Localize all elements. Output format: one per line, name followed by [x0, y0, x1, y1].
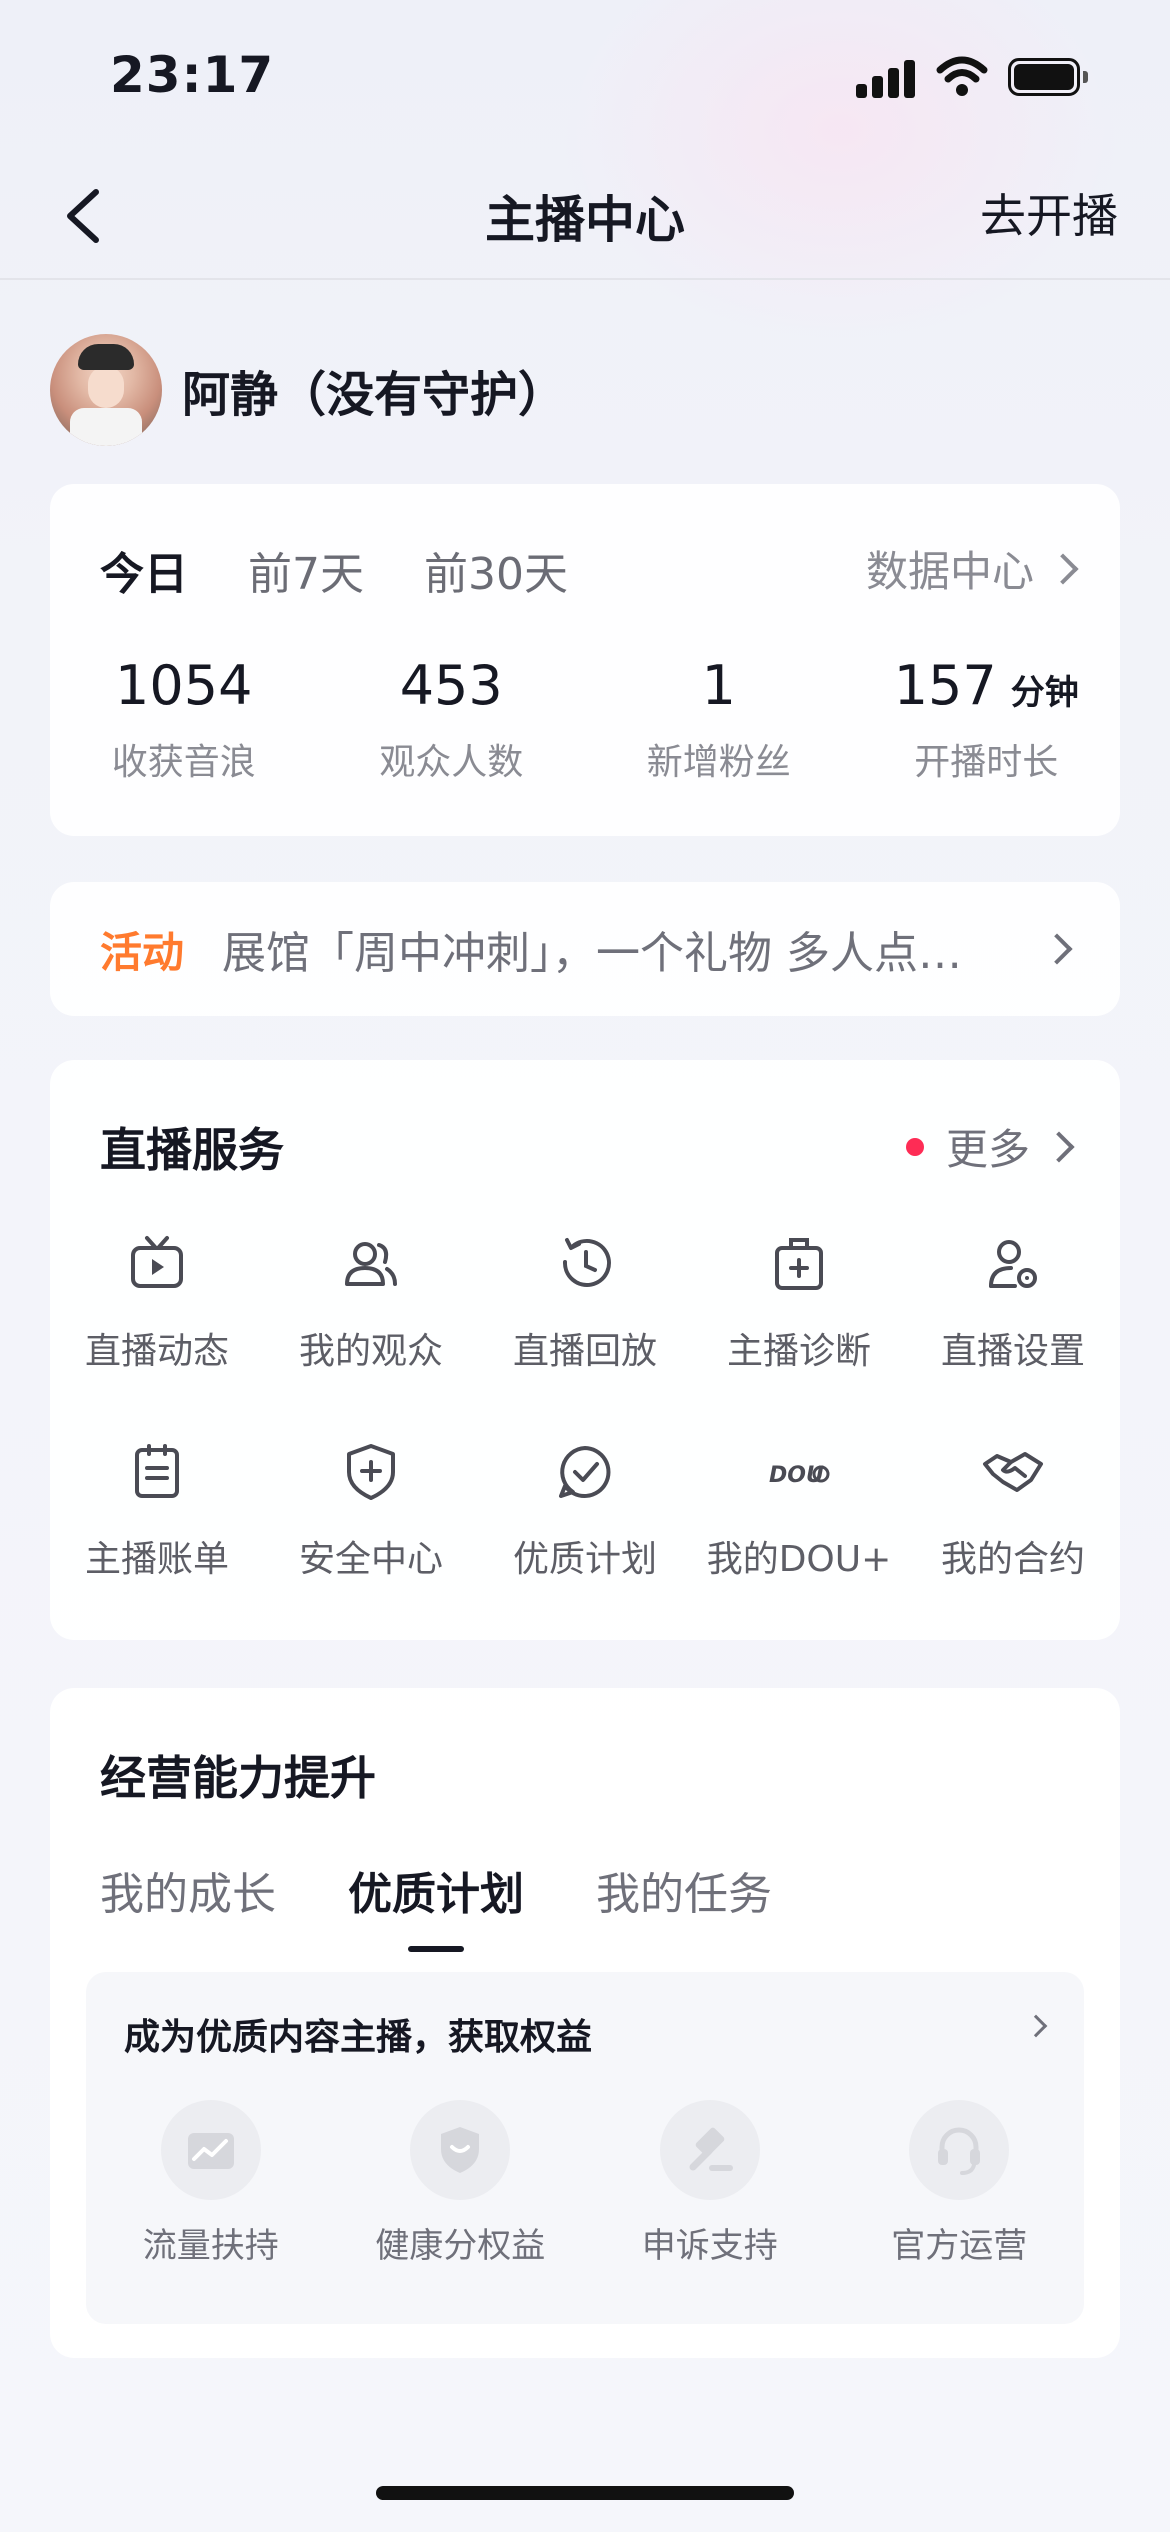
- cellular-signal-icon: [856, 58, 916, 98]
- stat-label: 新增粉丝: [646, 742, 791, 783]
- benefit-label: 健康分权益: [375, 2226, 546, 2266]
- tv-icon: [131, 1236, 183, 1288]
- benefits-row: 流量扶持 健康分权益 申诉支持 官方运营: [86, 2100, 1084, 2267]
- service-my-audience[interactable]: 我的观众: [264, 1232, 478, 1374]
- avatar[interactable]: [50, 334, 162, 446]
- service-my-dou-plus[interactable]: DOU 我的DOU+: [692, 1440, 906, 1582]
- notification-dot: [905, 1137, 924, 1156]
- quality-plan-panel[interactable]: 成为优质内容主播，获取权益 流量扶持 健康分权益 申诉支持 官方运营: [86, 1972, 1084, 2324]
- stats-row: 1054 收获音浪 453 观众人数 1 新增粉丝 157 分钟 开播时长: [50, 654, 1120, 785]
- replay-clock-icon: [562, 1238, 611, 1287]
- nav-bar: 主播中心 去开播: [0, 150, 1170, 280]
- service-label: 直播回放: [512, 1331, 657, 1372]
- more-label: 更多: [945, 1125, 1030, 1174]
- activity-tag: 活动: [100, 927, 185, 977]
- home-indicator[interactable]: [376, 2486, 794, 2500]
- service-label: 优质计划: [512, 1539, 657, 1580]
- business-growth-card: 经营能力提升 我的成长 优质计划 我的任务 成为优质内容主播，获取权益 流量扶持: [50, 1688, 1120, 2358]
- service-live-replay[interactable]: 直播回放: [478, 1232, 692, 1374]
- chevron-right-icon: [1043, 1130, 1075, 1163]
- chevron-right-icon: [1024, 2014, 1048, 2038]
- gavel-icon: [689, 2127, 733, 2171]
- business-tabs: 我的成长 优质计划 我的任务: [100, 1858, 844, 1952]
- stat-value: 1: [701, 654, 736, 717]
- stat-live-duration[interactable]: 157 分钟 开播时长: [853, 654, 1121, 785]
- shield-icon: [441, 2127, 480, 2173]
- stat-label: 开播时长: [914, 742, 1059, 783]
- benefit-label: 流量扶持: [142, 2226, 279, 2266]
- svg-text:DOU: DOU: [769, 1463, 824, 1488]
- more-button[interactable]: 更多: [905, 1116, 1075, 1177]
- service-label: 我的合约: [940, 1539, 1085, 1580]
- traffic-chart-icon: [187, 2133, 234, 2169]
- service-label: 主播账单: [84, 1539, 229, 1580]
- benefit-traffic-support[interactable]: 流量扶持: [86, 2100, 336, 2267]
- activity-text: 展馆「周中冲刺」，一个礼物 多人点…: [222, 928, 963, 979]
- stat-viewers[interactable]: 453 观众人数: [318, 654, 586, 785]
- stat-unit: 分钟: [1010, 673, 1079, 713]
- service-label: 我的DOU+: [706, 1539, 892, 1580]
- live-services-card: 直播服务 更多 直播动态 我的观众 直播回放 主播诊断 直播设置 主播账单 安全…: [50, 1060, 1120, 1640]
- tab-7-days[interactable]: 前7天: [248, 538, 364, 602]
- bill-icon: [135, 1444, 179, 1498]
- headset-icon: [938, 2127, 981, 2175]
- benefit-label: 官方运营: [891, 2226, 1028, 2266]
- stat-value: 157: [893, 654, 997, 717]
- business-title: 经营能力提升: [100, 1751, 376, 1805]
- benefit-appeal-support[interactable]: 申诉支持: [585, 2100, 835, 2267]
- tab-my-growth[interactable]: 我的成长: [100, 1858, 276, 1922]
- service-quality-plan[interactable]: 优质计划: [478, 1440, 692, 1582]
- tab-30-days[interactable]: 前30天: [424, 538, 568, 602]
- benefit-official-ops[interactable]: 官方运营: [835, 2100, 1085, 2267]
- services-grid: 直播动态 我的观众 直播回放 主播诊断 直播设置 主播账单 安全中心 优质计划 …: [50, 1232, 1120, 1582]
- stat-new-followers[interactable]: 1 新增粉丝: [585, 654, 853, 785]
- service-label: 安全中心: [298, 1539, 443, 1580]
- tab-quality-plan[interactable]: 优质计划: [348, 1858, 524, 1952]
- handshake-icon: [983, 1452, 1043, 1492]
- benefit-label: 申诉支持: [641, 2226, 778, 2266]
- benefit-health-score[interactable]: 健康分权益: [336, 2100, 586, 2267]
- data-center-link[interactable]: 数据中心: [865, 538, 1079, 599]
- dou-plus-icon: DOU: [769, 1463, 830, 1488]
- stats-period-tabs: 今日 前7天 前30天: [100, 538, 628, 602]
- tab-my-tasks[interactable]: 我的任务: [596, 1858, 772, 1922]
- services-title: 直播服务: [100, 1123, 284, 1177]
- stat-value: 1054: [115, 654, 253, 717]
- stat-value: 453: [399, 654, 503, 717]
- stat-label: 收获音浪: [111, 742, 256, 783]
- chevron-right-icon: [1041, 933, 1073, 965]
- audience-icon: [345, 1242, 397, 1286]
- status-bar: 23:17: [0, 0, 1170, 150]
- service-streamer-diagnosis[interactable]: 主播诊断: [692, 1232, 906, 1374]
- check-chat-icon: [559, 1446, 611, 1498]
- service-security-center[interactable]: 安全中心: [264, 1440, 478, 1582]
- service-label: 主播诊断: [726, 1331, 871, 1372]
- status-time: 23:17: [110, 46, 275, 104]
- service-streamer-bill[interactable]: 主播账单: [50, 1440, 264, 1582]
- wifi-icon: [936, 56, 988, 96]
- stat-sound-waves[interactable]: 1054 收获音浪: [50, 654, 318, 785]
- user-settings-icon: [989, 1240, 1037, 1288]
- service-live-feed[interactable]: 直播动态: [50, 1232, 264, 1374]
- stats-card: 今日 前7天 前30天 数据中心 1054 收获音浪 453 观众人数 1 新增…: [50, 484, 1120, 836]
- stat-label: 观众人数: [379, 742, 524, 783]
- shield-plus-icon: [347, 1444, 395, 1500]
- activity-banner[interactable]: 活动 展馆「周中冲刺」，一个礼物 多人点…: [50, 882, 1120, 1016]
- service-label: 直播设置: [940, 1331, 1085, 1372]
- service-label: 我的观众: [298, 1331, 443, 1372]
- service-label: 直播动态: [84, 1331, 229, 1372]
- chevron-right-icon: [1047, 552, 1079, 585]
- panel-title: 成为优质内容主播，获取权益: [124, 2017, 593, 2058]
- data-center-label: 数据中心: [865, 547, 1034, 596]
- profile-name: 阿静（没有守护）: [182, 367, 567, 423]
- go-live-button[interactable]: 去开播: [980, 180, 1118, 246]
- profile-row[interactable]: 阿静（没有守护）: [50, 332, 566, 448]
- service-my-contract[interactable]: 我的合约: [906, 1440, 1120, 1582]
- tab-today[interactable]: 今日: [100, 538, 188, 602]
- service-live-settings[interactable]: 直播设置: [906, 1232, 1120, 1374]
- battery-icon: [1008, 58, 1088, 96]
- medical-kit-icon: [775, 1238, 823, 1290]
